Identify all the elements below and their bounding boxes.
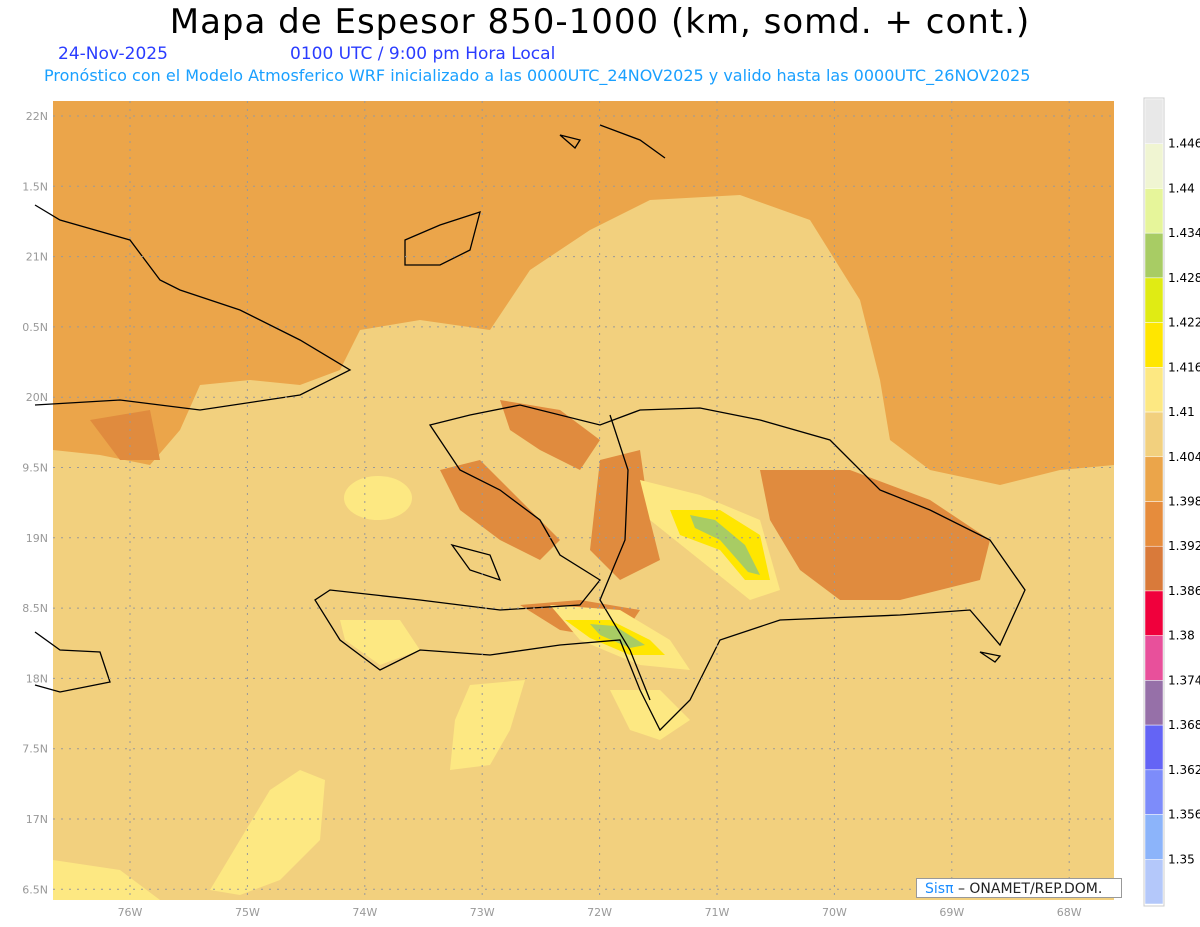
lon-label: 76W <box>118 906 143 919</box>
colorbar-label: 1.434 <box>1168 226 1200 240</box>
forecast-date: 24-Nov-2025 <box>58 44 168 64</box>
colorbar-label: 1.35 <box>1168 852 1195 866</box>
colorbar-bin <box>1144 188 1164 234</box>
lat-label: 21N <box>26 251 48 264</box>
colorbar-bin <box>1144 680 1164 726</box>
lon-label: 70W <box>822 906 847 919</box>
lat-label: 7.5N <box>22 743 48 756</box>
colorbar-label: 1.422 <box>1168 316 1200 330</box>
colorbar-bin <box>1144 277 1164 323</box>
colorbar-bin <box>1144 769 1164 815</box>
lon-label: 69W <box>939 906 964 919</box>
colorbar-label: 1.398 <box>1168 495 1200 509</box>
map-area <box>34 101 1114 900</box>
colorbar-label: 1.404 <box>1168 450 1200 464</box>
lat-label: 9.5N <box>22 462 48 475</box>
colorbar-bin <box>1144 367 1164 413</box>
model-subtitle: Pronóstico con el Modelo Atmosferico WRF… <box>44 66 1031 85</box>
colorbar-label: 1.386 <box>1168 584 1200 598</box>
colorbar-label: 1.392 <box>1168 539 1200 553</box>
lat-label: 8.5N <box>22 602 48 615</box>
colorbar-label: 1.41 <box>1168 405 1195 419</box>
map-title: Mapa de Espesor 850-1000 (km, somd. + co… <box>169 2 1031 42</box>
colorbar-label: 1.362 <box>1168 763 1200 777</box>
colorbar-label: 1.356 <box>1168 808 1200 822</box>
lat-label: 6.5N <box>22 883 48 896</box>
lat-label: 20N <box>26 391 48 404</box>
colorbar: 1.446 1.44 1.434 1.428 1.422 1.416 1.41 1.404 1.… <box>1143 97 1200 907</box>
colorbar-label: 1.44 <box>1168 181 1195 195</box>
colorbar-label: 1.374 <box>1168 673 1200 687</box>
lon-label: 71W <box>705 906 730 919</box>
colorbar-bin <box>1144 724 1164 771</box>
thickness-map: 76W 75W 74W 73W 72W 71W 70W 69W 68W 22N 1.5N 21N 0.5… <box>22 97 1200 919</box>
yellow-blob <box>344 476 412 520</box>
colorbar-bin <box>1144 590 1164 636</box>
forecast-time: 0100 UTC / 9:00 pm Hora Local <box>290 44 556 64</box>
credit-brand: Sisπ <box>925 881 954 897</box>
colorbar-bin <box>1144 501 1164 547</box>
lat-label: 17N <box>26 813 48 826</box>
colorbar-bin <box>1144 98 1164 144</box>
lon-label: 75W <box>235 906 260 919</box>
colorbar-bin <box>1144 635 1164 681</box>
lon-label: 72W <box>587 906 612 919</box>
credit-label: Sisπ – ONAMET/REP.DOM. <box>916 878 1122 898</box>
lon-label: 73W <box>470 906 495 919</box>
colorbar-label: 1.368 <box>1168 718 1200 732</box>
colorbar-label: 1.416 <box>1168 360 1200 374</box>
colorbar-bin <box>1144 143 1164 189</box>
colorbar-bin <box>1144 322 1164 368</box>
colorbar-label: 1.446 <box>1168 137 1200 151</box>
lon-label: 68W <box>1057 906 1082 919</box>
colorbar-label: 1.428 <box>1168 271 1200 285</box>
colorbar-bin <box>1144 411 1164 458</box>
colorbar-bin <box>1144 232 1164 279</box>
colorbar-label: 1.38 <box>1168 629 1195 643</box>
lat-label: 0.5N <box>22 321 48 334</box>
lat-label: 18N <box>26 672 48 685</box>
lat-label: 1.5N <box>22 180 48 193</box>
colorbar-bin <box>1144 859 1164 905</box>
lon-label: 74W <box>352 906 377 919</box>
credit-text: – ONAMET/REP.DOM. <box>953 881 1103 897</box>
lat-label: 22N <box>26 110 48 123</box>
lat-label: 19N <box>26 532 48 545</box>
colorbar-bin <box>1144 545 1164 592</box>
colorbar-bin <box>1144 814 1164 860</box>
colorbar-bin <box>1144 456 1164 502</box>
